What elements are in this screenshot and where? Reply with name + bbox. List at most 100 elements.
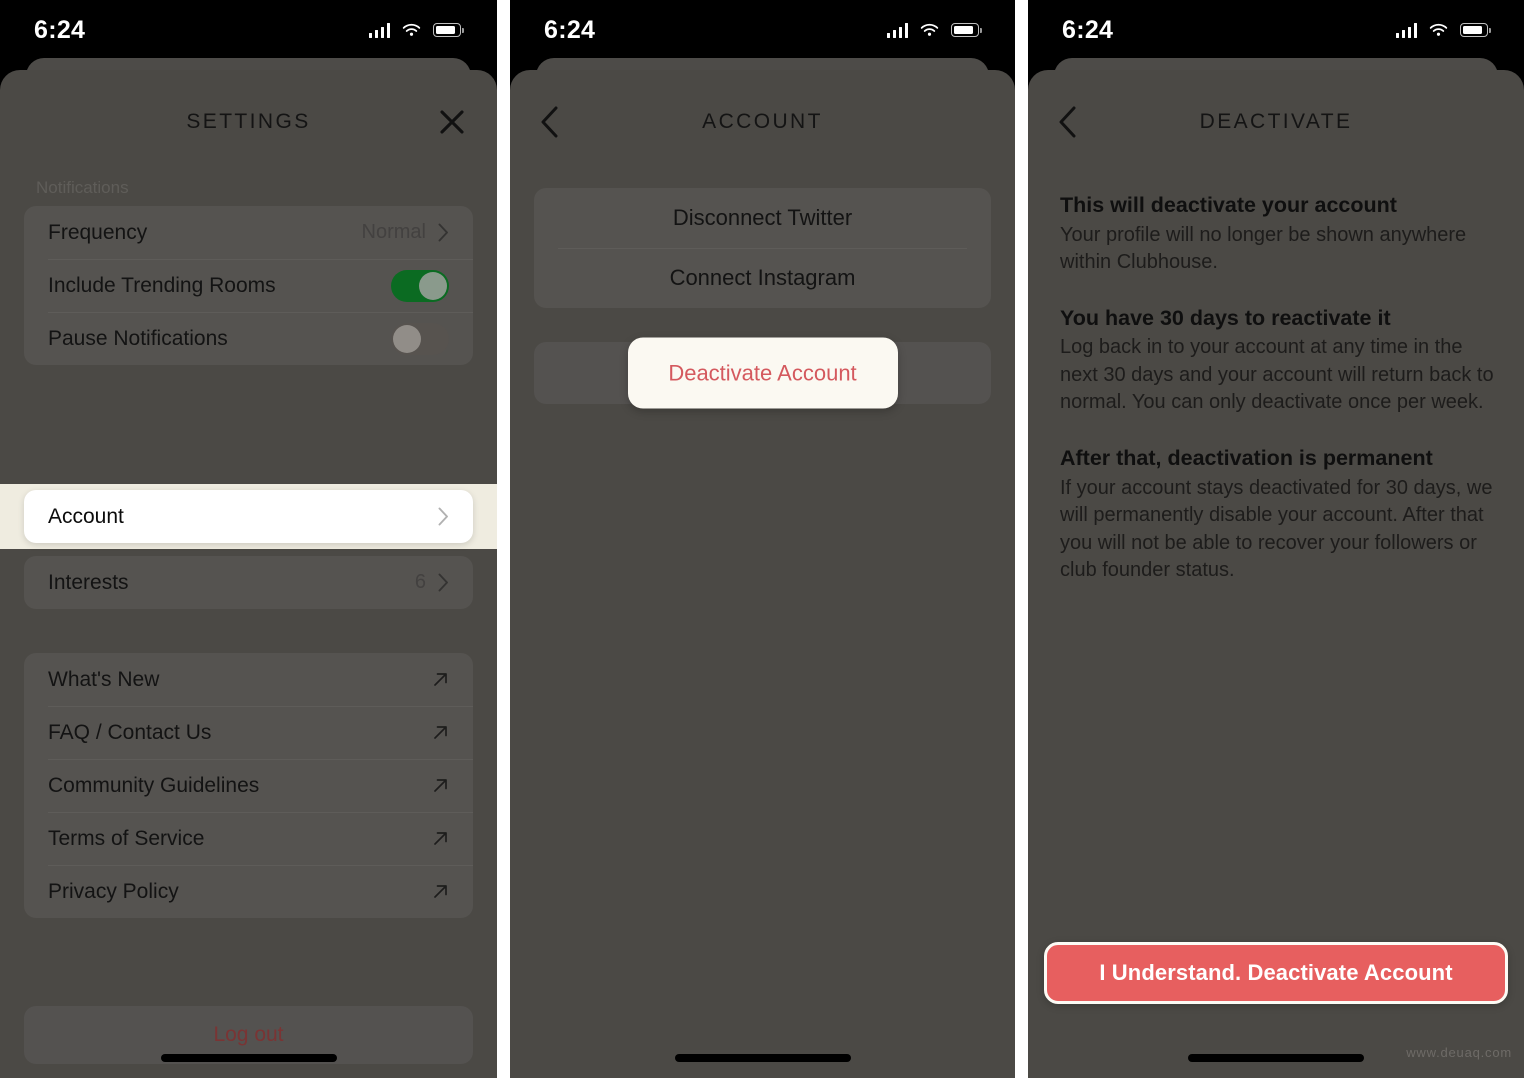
settings-sheet: SETTINGS Notifications Frequency Normal [0, 70, 497, 1078]
row-value: Normal [361, 221, 426, 243]
screenshot-stage: 6:24 SETTINGS Notifications Frequency No… [0, 0, 1524, 1078]
row-accessory: 6 [415, 571, 449, 594]
phone-screen-settings: 6:24 SETTINGS Notifications Frequency No… [0, 0, 497, 1078]
account-row-disconnect-twitter[interactable]: Disconnect Twitter [534, 188, 991, 248]
deactivate-account-label: Deactivate Account [668, 360, 857, 385]
settings-row-faq-contact-us[interactable]: FAQ / Contact Us [24, 706, 473, 759]
settings-content: Notifications Frequency Normal Include T… [0, 156, 497, 1078]
row-label: Connect Instagram [669, 265, 856, 290]
battery-icon [1460, 23, 1491, 37]
account-navbar: ACCOUNT [510, 88, 1015, 156]
deactivate-account-card: Deactivate Account [534, 337, 991, 409]
settings-row-include-trending-rooms[interactable]: Include Trending Rooms [24, 259, 473, 312]
deactivate-sheet: DEACTIVATE This will deactivate your acc… [1028, 70, 1524, 1078]
info-heading: This will deactivate your account [1060, 193, 1397, 217]
row-label: Community Guidelines [48, 773, 260, 797]
cta-label: I Understand. Deactivate Account [1099, 960, 1453, 985]
deactivate-content: This will deactivate your account Your p… [1028, 156, 1524, 1078]
panel-divider-2 [1015, 0, 1028, 1078]
wifi-icon [1429, 23, 1448, 36]
status-bar-deactivate: 6:24 [1028, 0, 1524, 60]
settings-row-community-guidelines[interactable]: Community Guidelines [24, 759, 473, 812]
settings-row-frequency[interactable]: Frequency Normal [24, 206, 473, 259]
home-indicator [1188, 1054, 1364, 1062]
page-title: DEACTIVATE [1199, 110, 1353, 133]
info-body: Your profile will no longer be shown any… [1060, 223, 1467, 274]
back-icon[interactable] [1054, 105, 1082, 139]
info-block: This will deactivate your account Your p… [1060, 192, 1494, 277]
section-label-notifications: Notifications [36, 178, 129, 197]
info-heading: After that, deactivation is permanent [1060, 446, 1433, 470]
phone-screen-account: 6:24 ACCOUNT Disconnect Twitter Connect … [510, 0, 1015, 1078]
row-label: FAQ / Contact Us [48, 720, 212, 744]
settings-row-whats-new[interactable]: What's New [24, 653, 473, 706]
battery-icon [951, 23, 982, 37]
back-icon[interactable] [536, 105, 564, 139]
info-body: Log back in to your account at any time … [1060, 336, 1494, 414]
toggle-knob [393, 324, 421, 353]
settings-row-terms-of-service[interactable]: Terms of Service [24, 812, 473, 865]
status-bar-clock: 6:24 [1062, 15, 1114, 44]
external-link-icon [434, 885, 447, 898]
row-label: Frequency [48, 220, 148, 244]
row-value: 6 [414, 571, 426, 593]
site-watermark: www.deuaq.com [1406, 1045, 1512, 1060]
settings-row-interests[interactable]: Interests 6 [24, 556, 473, 609]
wifi-icon [402, 23, 421, 36]
settings-row-privacy-policy[interactable]: Privacy Policy [24, 865, 473, 918]
settings-navbar: SETTINGS [0, 88, 497, 156]
chevron-right-icon [438, 507, 448, 526]
interests-card: Interests 6 [24, 556, 473, 609]
i-understand-deactivate-account-button[interactable]: I Understand. Deactivate Account [1044, 942, 1508, 1004]
chevron-right-icon [438, 573, 448, 592]
toggle-pause-notifications[interactable] [391, 322, 449, 355]
info-body: If your account stays deactivated for 30… [1060, 476, 1493, 582]
row-label: Include Trending Rooms [48, 273, 276, 297]
cellular-signal-icon [1395, 22, 1417, 38]
social-connections-card: Disconnect Twitter Connect Instagram [534, 188, 991, 308]
row-label: Interests [48, 570, 129, 594]
toggle-include-trending-rooms[interactable] [391, 269, 449, 302]
status-bar-clock: 6:24 [34, 15, 86, 44]
external-link-icon [434, 673, 447, 686]
info-heading: You have 30 days to reactivate it [1060, 305, 1391, 330]
account-sheet: ACCOUNT Disconnect Twitter Connect Insta… [510, 70, 1015, 1078]
row-label: Privacy Policy [48, 879, 179, 903]
cellular-signal-icon [886, 22, 908, 38]
status-bar-icons [368, 22, 464, 38]
deactivate-cta-container: I Understand. Deactivate Account [1028, 942, 1524, 1004]
row-label: Account [48, 504, 124, 528]
deactivate-navbar: DEACTIVATE [1028, 88, 1524, 156]
status-bar-clock: 6:24 [544, 15, 596, 44]
settings-row-account[interactable]: Account [24, 490, 473, 543]
row-label: Disconnect Twitter [672, 205, 853, 230]
status-bar-settings: 6:24 [0, 0, 497, 60]
battery-icon [433, 23, 464, 37]
logout-label: Log out [213, 1023, 284, 1046]
info-block: After that, deactivation is permanent If… [1060, 445, 1494, 585]
deactivate-info-text: This will deactivate your account Your p… [1028, 156, 1524, 585]
account-card: Account [24, 490, 473, 543]
home-indicator [674, 1054, 851, 1062]
links-card: What's New FAQ / Contact Us Community Gu… [24, 653, 473, 918]
home-indicator [160, 1054, 337, 1062]
deactivate-account-button[interactable]: Deactivate Account [627, 337, 898, 409]
cellular-signal-icon [368, 22, 390, 38]
status-bar-icons [886, 22, 982, 38]
row-label: Pause Notifications [48, 326, 228, 350]
external-link-icon [434, 726, 447, 739]
account-content: Disconnect Twitter Connect Instagram Dea… [510, 156, 1015, 1078]
notifications-card: Frequency Normal Include Trending Rooms [24, 206, 473, 365]
info-block: You have 30 days to reactivate it Log ba… [1060, 305, 1494, 417]
toggle-knob [419, 271, 447, 300]
row-label: What's New [48, 667, 160, 691]
account-row-highlight: Account [0, 484, 497, 549]
close-icon[interactable] [437, 107, 467, 137]
external-link-icon [434, 832, 447, 845]
account-row-connect-instagram[interactable]: Connect Instagram [534, 248, 991, 308]
chevron-right-icon [438, 223, 448, 242]
page-title: ACCOUNT [702, 110, 823, 133]
settings-row-pause-notifications[interactable]: Pause Notifications [24, 312, 473, 365]
panel-divider-1 [497, 0, 510, 1078]
external-link-icon [434, 779, 447, 792]
